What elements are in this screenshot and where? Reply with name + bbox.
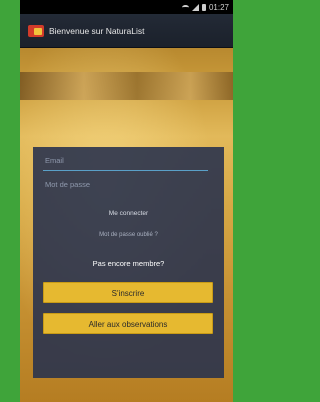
battery-icon [201, 3, 206, 11]
password-field[interactable] [43, 174, 208, 194]
status-bar: 01:27 [20, 0, 233, 14]
app-title: Bienvenue sur NaturaList [49, 25, 145, 36]
action-bar: Bienvenue sur NaturaList [20, 14, 233, 48]
phone-screen: 01:27 Bienvenue sur NaturaList Me connec… [20, 0, 233, 402]
header-banner-image [20, 72, 233, 100]
signal-icon [191, 3, 199, 11]
go-to-observations-button[interactable]: Aller aux observations [43, 313, 213, 334]
status-time: 01:27 [208, 2, 229, 12]
app-logo-icon[interactable] [28, 24, 44, 37]
login-panel: Me connecter Mot de passe oublié ? Pas e… [33, 147, 224, 378]
connect-link[interactable]: Me connecter [33, 210, 224, 217]
email-field[interactable] [43, 151, 208, 171]
forgot-password-link[interactable]: Mot de passe oublié ? [33, 232, 224, 238]
signup-button[interactable]: S'inscrire [43, 282, 213, 303]
not-member-text: Pas encore membre? [92, 259, 165, 268]
background-image: Me connecter Mot de passe oublié ? Pas e… [20, 48, 233, 402]
wifi-icon [181, 4, 189, 10]
